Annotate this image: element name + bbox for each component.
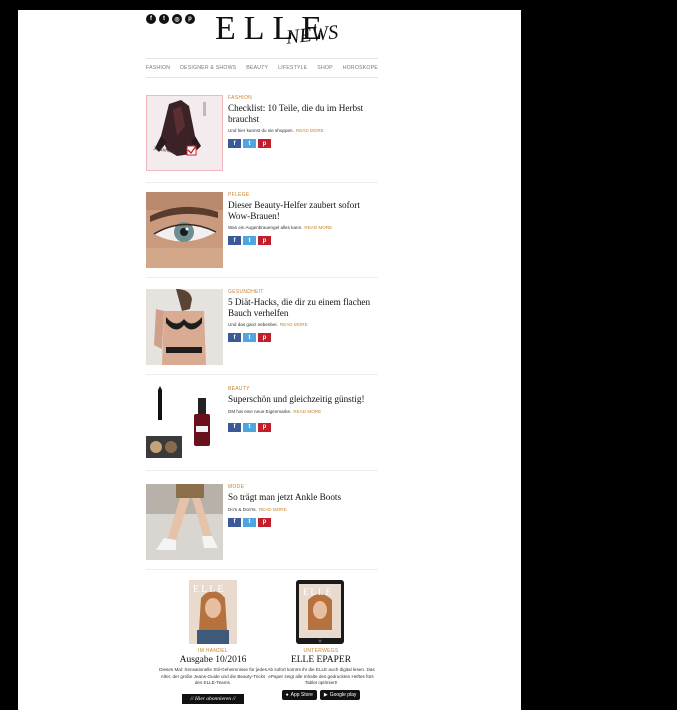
article-card: GESUNDHEIT 5 Diät-Hacks, die dir zu eine… <box>146 289 378 375</box>
read-more-link[interactable]: READ MORE <box>304 225 332 230</box>
article-description: Do's & Don'ts. READ MORE <box>228 506 287 512</box>
eye-image <box>146 192 223 268</box>
share-facebook-button[interactable]: f <box>228 333 241 342</box>
share-facebook-button[interactable]: f <box>228 139 241 148</box>
article-card: 3. Samtblazer FASHION Checklist: 10 Teil… <box>146 95 378 183</box>
share-twitter-button[interactable]: t <box>243 517 256 527</box>
google-play-button[interactable]: ▶ Google play <box>319 689 361 700</box>
article-category: BEAUTY <box>228 386 250 392</box>
share-pinterest-button[interactable]: p <box>258 333 271 342</box>
article-title[interactable]: 5 Diät-Hacks, die dir zu einem flachen B… <box>228 297 378 318</box>
article-category: GESUNDHEIT <box>228 289 264 295</box>
apple-icon: ● <box>285 691 289 698</box>
cosmetics-image <box>146 386 223 462</box>
article-description: Was ein Augenbrauengel alles kann. READ M… <box>228 225 333 230</box>
article-title[interactable]: Superschön und gleichzeitig günstig! <box>228 394 378 405</box>
share-facebook-button[interactable]: f <box>228 422 241 432</box>
article-description: DM hat eine neue Eigenmarke. READ MORE <box>228 408 322 414</box>
promo-description: Dieses Mal: Sensationelle Stil-Geheimnis… <box>159 667 267 685</box>
nav-beauty[interactable]: BEAUTY <box>246 65 268 71</box>
nav-fashion[interactable]: FASHION <box>146 65 170 71</box>
article-thumbnail[interactable] <box>146 192 223 268</box>
ankle-boots-image <box>146 484 223 560</box>
article-thumbnail[interactable] <box>146 484 223 560</box>
promo-kicker: IM HANDEL <box>198 648 228 654</box>
promo-kicker: UNTERWEGS <box>303 648 339 654</box>
nav-lifestyle[interactable]: LIFESTYLE <box>278 65 307 71</box>
read-more-link[interactable]: READ MORE <box>280 322 308 327</box>
article-thumbnail[interactable] <box>146 386 223 462</box>
play-icon: ▶ <box>323 691 328 698</box>
instagram-icon[interactable]: ◎ <box>172 14 182 24</box>
article-card: PFLEGE Dieser Beauty-Helfer zaubert sofo… <box>146 192 378 278</box>
share-pinterest-button[interactable]: p <box>258 517 271 527</box>
print-promo: IM HANDEL Ausgabe 10/2016 Dieses Mal: Se… <box>158 648 268 705</box>
share-facebook-button[interactable]: f <box>228 236 241 245</box>
social-links: f t ◎ p <box>146 14 195 24</box>
share-pinterest-button[interactable]: p <box>258 422 271 432</box>
tablet-epaper-image[interactable]: ELLE <box>296 580 344 644</box>
article-title[interactable]: Dieser Beauty-Helfer zaubert sofort Wow-… <box>228 200 378 221</box>
share-facebook-button[interactable]: f <box>228 517 241 527</box>
nav-horoskope[interactable]: HOROSKOPE <box>343 65 378 71</box>
read-more-link[interactable]: READ MORE <box>293 409 321 414</box>
article-title[interactable]: Checklist: 10 Teile, die du im Herbst br… <box>228 103 378 124</box>
promo-title[interactable]: Ausgabe 10/2016 <box>158 655 268 665</box>
article-card: MODE So trägt man jetzt Ankle Boots Do's… <box>146 484 378 570</box>
magazine-cover-image[interactable]: ELLE <box>189 580 237 644</box>
share-pinterest-button[interactable]: p <box>258 139 271 148</box>
svg-text:ELLE: ELLE <box>193 584 225 595</box>
article-description: Und hier kannst du sie shoppen. READ MORE <box>228 128 324 133</box>
article-card: BEAUTY Superschön und gleichzeitig günst… <box>146 386 378 471</box>
article-thumbnail[interactable] <box>146 289 223 365</box>
share-pinterest-button[interactable]: p <box>258 236 271 245</box>
article-category: PFLEGE <box>228 192 250 198</box>
article-thumbnail[interactable]: 3. Samtblazer <box>146 95 223 171</box>
svg-text:ELLE: ELLE <box>303 587 333 597</box>
lingerie-image <box>146 289 223 365</box>
blazer-image <box>147 96 222 170</box>
digital-promo: UNTERWEGS ELLE EPAPER Ab sofort kommt ih… <box>266 648 376 700</box>
read-more-link[interactable]: READ MORE <box>259 507 287 512</box>
read-more-link[interactable]: READ MORE <box>296 128 324 133</box>
pinterest-icon[interactable]: p <box>185 14 195 24</box>
twitter-icon[interactable]: t <box>159 14 169 24</box>
article-category: MODE <box>228 484 245 490</box>
article-title[interactable]: So trägt man jetzt Ankle Boots <box>228 492 378 503</box>
facebook-icon[interactable]: f <box>146 14 156 24</box>
share-twitter-button[interactable]: t <box>243 333 256 342</box>
share-twitter-button[interactable]: t <box>243 422 256 432</box>
share-twitter-button[interactable]: t <box>243 236 256 245</box>
nav-designer-shows[interactable]: DESIGNER & SHOWS <box>180 65 236 71</box>
promo-title[interactable]: ELLE EPAPER <box>266 655 376 665</box>
nav-shop[interactable]: SHOP <box>317 65 333 71</box>
main-nav: FASHION DESIGNER & SHOWS BEAUTY LIFESTYL… <box>146 58 378 78</box>
article-description: Und das ganz nebenbei. READ MORE <box>228 322 308 327</box>
subscribe-button[interactable]: // Hier abonnieren // <box>182 693 244 704</box>
article-category: FASHION <box>228 95 253 101</box>
app-store-button[interactable]: ● App Store <box>281 689 317 700</box>
promo-description: Ab sofort kommt ihr die ELLE auch digita… <box>267 667 375 685</box>
share-twitter-button[interactable]: t <box>243 139 256 148</box>
